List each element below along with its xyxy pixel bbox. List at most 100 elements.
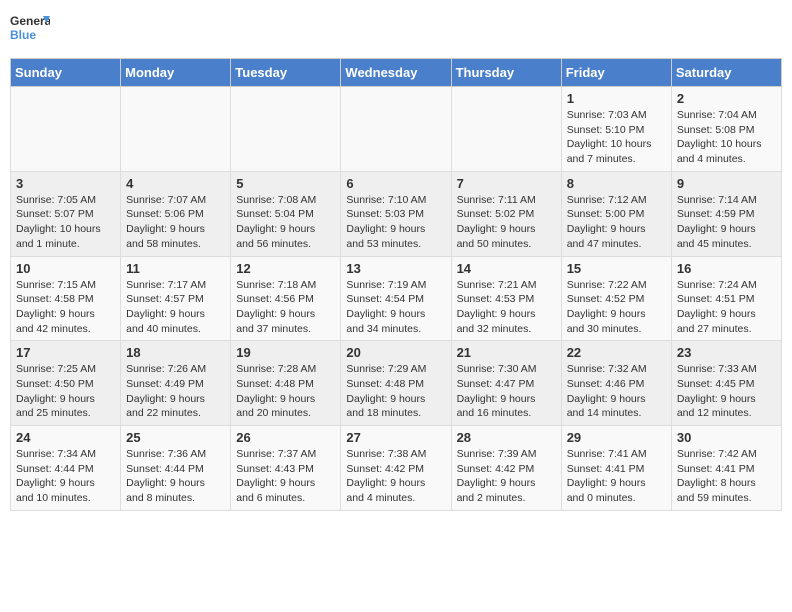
weekday-header-saturday: Saturday xyxy=(671,59,781,87)
week-row-4: 17 Sunrise: 7:25 AM Sunset: 4:50 PM Dayli… xyxy=(11,341,782,426)
day-number: 9 xyxy=(677,176,776,191)
day-info: Sunrise: 7:04 AM Sunset: 5:08 PM Dayligh… xyxy=(677,108,776,167)
svg-text:Blue: Blue xyxy=(10,28,36,42)
day-number: 12 xyxy=(236,261,335,276)
day-info: Sunrise: 7:17 AM Sunset: 4:57 PM Dayligh… xyxy=(126,278,225,337)
day-info: Sunrise: 7:24 AM Sunset: 4:51 PM Dayligh… xyxy=(677,278,776,337)
calendar-cell: 3 Sunrise: 7:05 AM Sunset: 5:07 PM Daylig… xyxy=(11,171,121,256)
calendar-cell xyxy=(121,87,231,172)
day-number: 13 xyxy=(346,261,445,276)
calendar-cell: 14 Sunrise: 7:21 AM Sunset: 4:53 PM Dayli… xyxy=(451,256,561,341)
day-number: 1 xyxy=(567,91,666,106)
calendar-cell: 1 Sunrise: 7:03 AM Sunset: 5:10 PM Daylig… xyxy=(561,87,671,172)
calendar-cell xyxy=(451,87,561,172)
day-info: Sunrise: 7:41 AM Sunset: 4:41 PM Dayligh… xyxy=(567,447,666,506)
day-number: 30 xyxy=(677,430,776,445)
calendar-cell: 11 Sunrise: 7:17 AM Sunset: 4:57 PM Dayli… xyxy=(121,256,231,341)
weekday-header-monday: Monday xyxy=(121,59,231,87)
day-info: Sunrise: 7:03 AM Sunset: 5:10 PM Dayligh… xyxy=(567,108,666,167)
day-number: 16 xyxy=(677,261,776,276)
calendar-cell: 5 Sunrise: 7:08 AM Sunset: 5:04 PM Daylig… xyxy=(231,171,341,256)
day-number: 5 xyxy=(236,176,335,191)
day-info: Sunrise: 7:32 AM Sunset: 4:46 PM Dayligh… xyxy=(567,362,666,421)
calendar-cell: 29Sunrise: 7:41 AM Sunset: 4:41 PM Dayli… xyxy=(561,426,671,511)
day-number: 24 xyxy=(16,430,115,445)
day-info: Sunrise: 7:28 AM Sunset: 4:48 PM Dayligh… xyxy=(236,362,335,421)
calendar-cell: 17 Sunrise: 7:25 AM Sunset: 4:50 PM Dayli… xyxy=(11,341,121,426)
day-number: 7 xyxy=(457,176,556,191)
calendar-cell: 28 Sunrise: 7:39 AM Sunset: 4:42 PM Dayli… xyxy=(451,426,561,511)
day-number: 6 xyxy=(346,176,445,191)
day-info: Sunrise: 7:42 AM Sunset: 4:41 PM Dayligh… xyxy=(677,447,776,506)
day-info: Sunrise: 7:07 AM Sunset: 5:06 PM Dayligh… xyxy=(126,193,225,252)
day-number: 3 xyxy=(16,176,115,191)
day-number: 21 xyxy=(457,345,556,360)
day-number: 4 xyxy=(126,176,225,191)
calendar-cell: 22 Sunrise: 7:32 AM Sunset: 4:46 PM Dayli… xyxy=(561,341,671,426)
weekday-header-wednesday: Wednesday xyxy=(341,59,451,87)
calendar-cell xyxy=(231,87,341,172)
logo: General Blue xyxy=(10,10,50,50)
logo-svg: General Blue xyxy=(10,10,50,50)
day-number: 20 xyxy=(346,345,445,360)
day-number: 15 xyxy=(567,261,666,276)
calendar-cell: 6 Sunrise: 7:10 AM Sunset: 5:03 PM Daylig… xyxy=(341,171,451,256)
calendar-cell: 16 Sunrise: 7:24 AM Sunset: 4:51 PM Dayli… xyxy=(671,256,781,341)
calendar-cell: 13 Sunrise: 7:19 AM Sunset: 4:54 PM Dayli… xyxy=(341,256,451,341)
day-info: Sunrise: 7:05 AM Sunset: 5:07 PM Dayligh… xyxy=(16,193,115,252)
day-info: Sunrise: 7:08 AM Sunset: 5:04 PM Dayligh… xyxy=(236,193,335,252)
weekday-header-thursday: Thursday xyxy=(451,59,561,87)
day-number: 28 xyxy=(457,430,556,445)
calendar-cell: 26Sunrise: 7:37 AM Sunset: 4:43 PM Dayli… xyxy=(231,426,341,511)
weekday-header-friday: Friday xyxy=(561,59,671,87)
calendar-cell: 27 Sunrise: 7:38 AM Sunset: 4:42 PM Dayli… xyxy=(341,426,451,511)
day-info: Sunrise: 7:25 AM Sunset: 4:50 PM Dayligh… xyxy=(16,362,115,421)
calendar-cell: 10Sunrise: 7:15 AM Sunset: 4:58 PM Dayli… xyxy=(11,256,121,341)
day-info: Sunrise: 7:37 AM Sunset: 4:43 PM Dayligh… xyxy=(236,447,335,506)
day-info: Sunrise: 7:19 AM Sunset: 4:54 PM Dayligh… xyxy=(346,278,445,337)
calendar-cell: 24 Sunrise: 7:34 AM Sunset: 4:44 PM Dayli… xyxy=(11,426,121,511)
day-number: 25 xyxy=(126,430,225,445)
day-info: Sunrise: 7:22 AM Sunset: 4:52 PM Dayligh… xyxy=(567,278,666,337)
week-row-1: 1 Sunrise: 7:03 AM Sunset: 5:10 PM Daylig… xyxy=(11,87,782,172)
day-info: Sunrise: 7:14 AM Sunset: 4:59 PM Dayligh… xyxy=(677,193,776,252)
calendar-cell: 25 Sunrise: 7:36 AM Sunset: 4:44 PM Dayli… xyxy=(121,426,231,511)
calendar-cell: 4 Sunrise: 7:07 AM Sunset: 5:06 PM Daylig… xyxy=(121,171,231,256)
day-info: Sunrise: 7:30 AM Sunset: 4:47 PM Dayligh… xyxy=(457,362,556,421)
day-info: Sunrise: 7:36 AM Sunset: 4:44 PM Dayligh… xyxy=(126,447,225,506)
day-number: 19 xyxy=(236,345,335,360)
day-number: 18 xyxy=(126,345,225,360)
day-number: 27 xyxy=(346,430,445,445)
day-number: 22 xyxy=(567,345,666,360)
day-number: 8 xyxy=(567,176,666,191)
day-info: Sunrise: 7:38 AM Sunset: 4:42 PM Dayligh… xyxy=(346,447,445,506)
calendar-cell: 19 Sunrise: 7:28 AM Sunset: 4:48 PM Dayli… xyxy=(231,341,341,426)
calendar-cell: 23Sunrise: 7:33 AM Sunset: 4:45 PM Dayli… xyxy=(671,341,781,426)
week-row-3: 10Sunrise: 7:15 AM Sunset: 4:58 PM Dayli… xyxy=(11,256,782,341)
calendar-cell: 15 Sunrise: 7:22 AM Sunset: 4:52 PM Dayli… xyxy=(561,256,671,341)
week-row-2: 3 Sunrise: 7:05 AM Sunset: 5:07 PM Daylig… xyxy=(11,171,782,256)
calendar-cell: 20 Sunrise: 7:29 AM Sunset: 4:48 PM Dayli… xyxy=(341,341,451,426)
day-number: 17 xyxy=(16,345,115,360)
day-number: 11 xyxy=(126,261,225,276)
day-info: Sunrise: 7:34 AM Sunset: 4:44 PM Dayligh… xyxy=(16,447,115,506)
day-info: Sunrise: 7:10 AM Sunset: 5:03 PM Dayligh… xyxy=(346,193,445,252)
day-info: Sunrise: 7:39 AM Sunset: 4:42 PM Dayligh… xyxy=(457,447,556,506)
weekday-header-row: SundayMondayTuesdayWednesdayThursdayFrid… xyxy=(11,59,782,87)
calendar-cell: 18 Sunrise: 7:26 AM Sunset: 4:49 PM Dayli… xyxy=(121,341,231,426)
day-number: 14 xyxy=(457,261,556,276)
day-info: Sunrise: 7:11 AM Sunset: 5:02 PM Dayligh… xyxy=(457,193,556,252)
calendar-cell: 21 Sunrise: 7:30 AM Sunset: 4:47 PM Dayli… xyxy=(451,341,561,426)
day-info: Sunrise: 7:29 AM Sunset: 4:48 PM Dayligh… xyxy=(346,362,445,421)
calendar-cell: 9 Sunrise: 7:14 AM Sunset: 4:59 PM Daylig… xyxy=(671,171,781,256)
calendar-cell: 2 Sunrise: 7:04 AM Sunset: 5:08 PM Daylig… xyxy=(671,87,781,172)
day-number: 2 xyxy=(677,91,776,106)
day-info: Sunrise: 7:21 AM Sunset: 4:53 PM Dayligh… xyxy=(457,278,556,337)
week-row-5: 24 Sunrise: 7:34 AM Sunset: 4:44 PM Dayli… xyxy=(11,426,782,511)
day-info: Sunrise: 7:33 AM Sunset: 4:45 PM Dayligh… xyxy=(677,362,776,421)
day-info: Sunrise: 7:26 AM Sunset: 4:49 PM Dayligh… xyxy=(126,362,225,421)
calendar-cell: 12 Sunrise: 7:18 AM Sunset: 4:56 PM Dayli… xyxy=(231,256,341,341)
weekday-header-tuesday: Tuesday xyxy=(231,59,341,87)
weekday-header-sunday: Sunday xyxy=(11,59,121,87)
day-info: Sunrise: 7:18 AM Sunset: 4:56 PM Dayligh… xyxy=(236,278,335,337)
